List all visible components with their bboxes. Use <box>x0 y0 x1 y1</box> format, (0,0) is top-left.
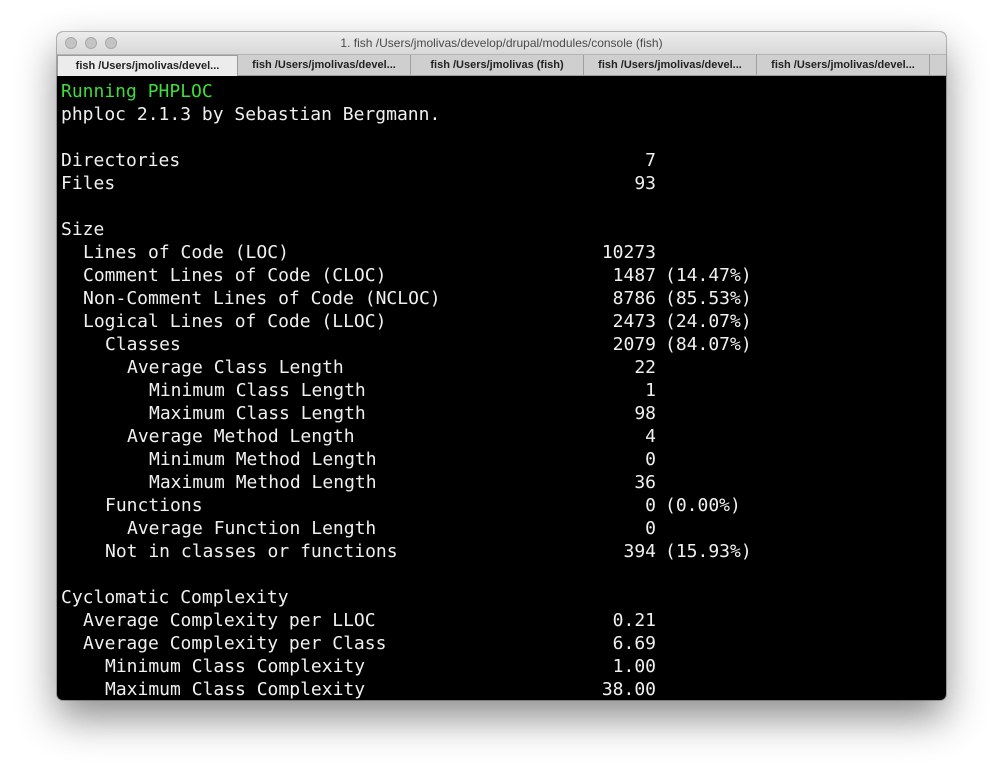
metric-label: Comment Lines of Code (CLOC) <box>83 265 387 286</box>
metric-value: 2473 <box>612 311 656 332</box>
metric-label: Cyclomatic Complexity <box>61 587 289 608</box>
output-line: Average Complexity per LLOC 0.21 <box>61 609 946 632</box>
metric-value: 38.00 <box>601 679 656 700</box>
output-line: Maximum Class Length 98 <box>61 402 946 425</box>
metric-value: 7 <box>645 150 656 171</box>
running-header: Running PHPLOC <box>61 81 213 102</box>
metric-value: 22 <box>634 357 656 378</box>
metric-value: 1 <box>645 380 656 401</box>
output-line: Comment Lines of Code (CLOC) 1487 (14.47%) <box>61 264 946 287</box>
tab-3[interactable]: fish /Users/jmolivas (fish) <box>411 55 584 76</box>
output-line: Maximum Method Length 36 <box>61 471 946 494</box>
metric-label: Functions <box>105 495 203 516</box>
output-line: Lines of Code (LOC) 10273 <box>61 241 946 264</box>
metric-label: Lines of Code (LOC) <box>83 242 289 263</box>
version-line: phploc 2.1.3 by Sebastian Bergmann. <box>61 104 441 125</box>
metric-value: 6.69 <box>612 633 656 654</box>
terminal-output[interactable]: Running PHPLOC phploc 2.1.3 by Sebastian… <box>61 80 946 700</box>
metric-label: Average Complexity per Class <box>83 633 387 654</box>
output-line: Minimum Class Length 1 <box>61 379 946 402</box>
metric-value: 98 <box>634 403 656 424</box>
metric-label: Classes <box>105 334 181 355</box>
output-line: Non-Comment Lines of Code (NCLOC) 8786 (85… <box>61 287 946 310</box>
metric-label: Average Method Length <box>127 426 355 447</box>
output-line: Functions 0 (0.00%) <box>61 494 946 517</box>
tab-bar: fish /Users/jmolivas/devel... fish /Users… <box>57 55 946 76</box>
metric-value: 0.21 <box>612 610 656 631</box>
output-line: Size <box>61 218 946 241</box>
metric-percent: (24.07%) <box>665 311 752 332</box>
metric-value: 2079 <box>612 334 656 355</box>
metric-value: 93 <box>634 173 656 194</box>
metric-label: Logical Lines of Code (LLOC) <box>83 311 387 332</box>
metric-percent: (14.47%) <box>665 265 752 286</box>
metric-percent: (85.53%) <box>665 288 752 309</box>
metric-label: Directories <box>61 150 181 171</box>
metric-label: Size <box>61 219 105 240</box>
metric-value: 0 <box>645 518 656 539</box>
metric-value: 4 <box>645 426 656 447</box>
metric-value: 0 <box>645 449 656 470</box>
metric-value: 10273 <box>601 242 656 263</box>
metric-label: Maximum Method Length <box>149 472 377 493</box>
output-line: Average Function Length 0 <box>61 517 946 540</box>
metric-label: Maximum Class Length <box>149 403 366 424</box>
output-line: Minimum Class Complexity 1.00 <box>61 655 946 678</box>
metric-label: Average Function Length <box>127 518 377 539</box>
metric-label: Maximum Class Complexity <box>105 679 366 700</box>
tab-bar-filler <box>930 55 946 75</box>
output-line: Classes 2079 (84.07%) <box>61 333 946 356</box>
metric-label: Not in classes or functions <box>105 541 398 562</box>
tab-1[interactable]: fish /Users/jmolivas/devel... <box>57 55 238 76</box>
tab-4[interactable]: fish /Users/jmolivas/devel... <box>584 55 757 76</box>
metric-percent: (15.93%) <box>665 541 752 562</box>
output-line: Maximum Class Complexity 38.00 <box>61 678 946 700</box>
metric-label: Average Class Length <box>127 357 344 378</box>
title-bar[interactable]: 1. fish /Users/jmolivas/develop/drupal/m… <box>57 32 946 55</box>
metric-value: 36 <box>634 472 656 493</box>
metric-label: Minimum Class Length <box>149 380 366 401</box>
output-line: Not in classes or functions 394 (15.93%) <box>61 540 946 563</box>
output-line: Files 93 <box>61 172 946 195</box>
metric-value: 8786 <box>612 288 656 309</box>
output-line: Cyclomatic Complexity <box>61 586 946 609</box>
metric-value: 1.00 <box>612 656 656 677</box>
tab-2[interactable]: fish /Users/jmolivas/devel... <box>238 55 411 76</box>
metric-value: 394 <box>623 541 656 562</box>
metric-label: Average Complexity per LLOC <box>83 610 376 631</box>
metric-label: Minimum Method Length <box>149 449 377 470</box>
output-line: Directories 7 <box>61 149 946 172</box>
metric-label: Non-Comment Lines of Code (NCLOC) <box>83 288 441 309</box>
metric-value: 1487 <box>612 265 656 286</box>
output-line: Minimum Method Length 0 <box>61 448 946 471</box>
output-line: Average Class Length 22 <box>61 356 946 379</box>
metric-percent: (0.00%) <box>665 495 741 516</box>
window-title: 1. fish /Users/jmolivas/develop/drupal/m… <box>340 36 663 50</box>
metric-label: Minimum Class Complexity <box>105 656 366 677</box>
metric-label: Files <box>61 173 116 194</box>
output-line: Average Complexity per Class 6.69 <box>61 632 946 655</box>
tab-5[interactable]: fish /Users/jmolivas/devel... <box>757 55 930 76</box>
metric-value: 0 <box>645 495 656 516</box>
terminal-window: 1. fish /Users/jmolivas/develop/drupal/m… <box>57 32 946 700</box>
metric-percent: (84.07%) <box>665 334 752 355</box>
output-line: Logical Lines of Code (LLOC) 2473 (24.07%) <box>61 310 946 333</box>
output-line: Average Method Length 4 <box>61 425 946 448</box>
